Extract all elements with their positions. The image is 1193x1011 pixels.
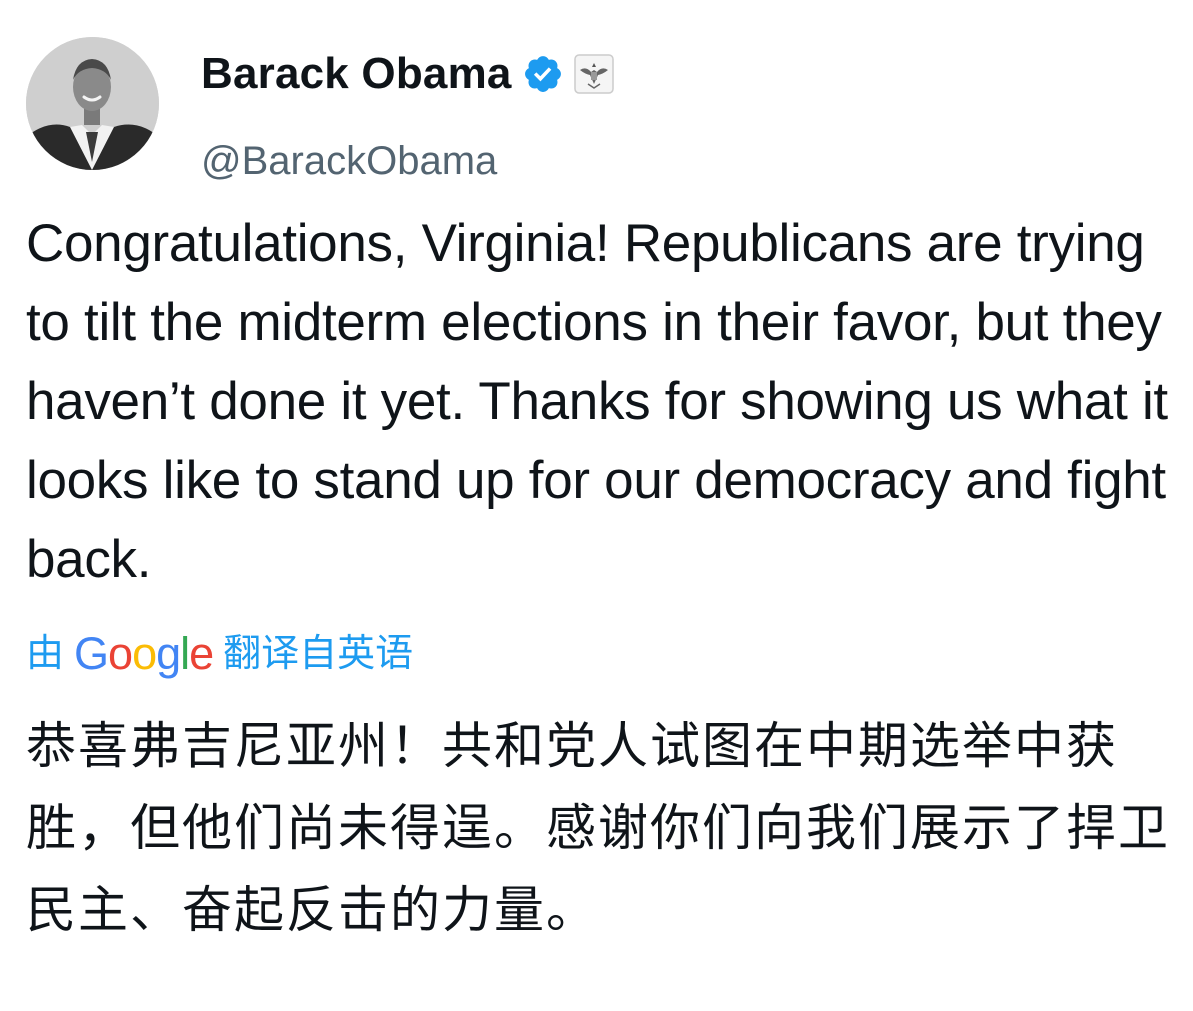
profile-photo-avatar (26, 37, 159, 170)
tweet-header: Barack Obama @BarackObama (26, 37, 1166, 181)
translation-prefix: 由 (26, 631, 65, 675)
verified-badge-icon[interactable] (522, 53, 564, 95)
name-row: Barack Obama (201, 42, 614, 106)
eagle-seal-icon (573, 54, 614, 94)
avatar[interactable] (26, 37, 159, 170)
translation-suffix: 翻译自英语 (223, 631, 414, 675)
display-name[interactable]: Barack Obama (201, 52, 512, 96)
user-handle[interactable]: @BarackObama (201, 141, 497, 181)
us-seal-badge-icon[interactable] (573, 54, 614, 94)
translated-tweet-text: 恭喜弗吉尼亚州！共和党人试图在中期选举中获胜，但他们尚未得逞。感谢你们向我们展示… (26, 717, 1170, 939)
translation-attribution[interactable]: 由 Google 翻译自英语 (26, 625, 413, 681)
google-logo-icon: Google (74, 627, 214, 679)
tweet-body-text: Congratulations, Virginia! Republicans a… (26, 214, 1168, 589)
verified-check-icon (524, 56, 561, 92)
